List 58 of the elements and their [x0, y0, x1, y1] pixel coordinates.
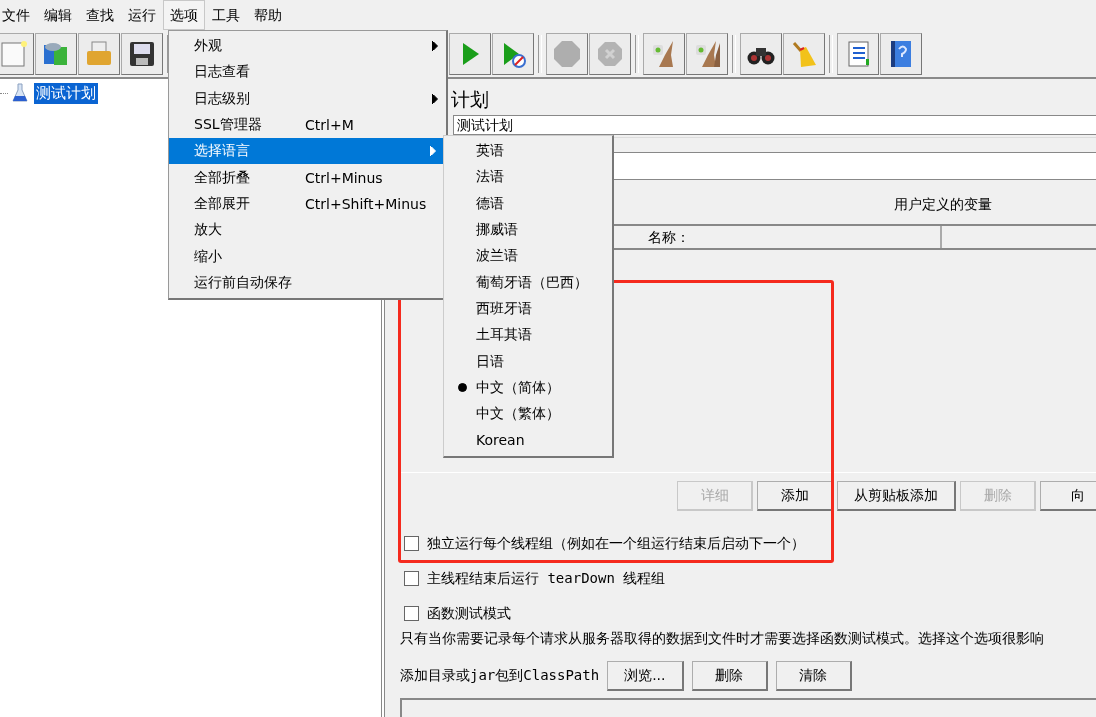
menu-bar-item[interactable]: 查找 [79, 0, 121, 30]
help-text: 只有当你需要记录每个请求从服务器取得的数据到文件时才需要选择函数测试模式。选择这个选项很影响 [399, 630, 1045, 648]
clear-all-button[interactable] [686, 32, 728, 75]
menu-item[interactable]: 日志级别 [169, 85, 446, 112]
panel-title: 计划 [451, 87, 489, 112]
checkbox-label: 主线程结束后运行 tearDown 线程组 [427, 569, 666, 588]
language-item[interactable]: 中文（繁体） [444, 400, 612, 428]
menu-bar-item[interactable]: 选项 [163, 0, 205, 30]
reset-search-button[interactable] [783, 32, 825, 75]
language-item[interactable]: 西班牙语 [444, 295, 612, 323]
checkbox-label: 独立运行每个线程组（例如在一个组运行结束后启动下一个） [427, 534, 805, 553]
menu-bar-item[interactable]: 编辑 [37, 0, 79, 30]
language-item[interactable]: 德语 [444, 190, 612, 217]
start-no-pause-button[interactable] [492, 32, 534, 75]
classpath-button[interactable]: 清除 [775, 661, 852, 691]
checkbox[interactable] [404, 606, 419, 621]
language-item[interactable]: 中文（简体） [444, 374, 612, 401]
language-item[interactable]: Korean [444, 427, 612, 454]
language-item[interactable]: 土耳其语 [444, 322, 612, 349]
new-button[interactable] [0, 32, 34, 75]
menu-item[interactable]: 全部折叠 Ctrl+Minus [169, 164, 446, 191]
menu-item[interactable]: 运行前自动保存 [169, 269, 446, 296]
menu-item[interactable]: 外观 [169, 33, 446, 60]
flask-icon [12, 83, 28, 103]
stop-sign-icon [552, 38, 582, 69]
menu-item[interactable]: 全部展开 Ctrl+Shift+Minus [169, 190, 446, 218]
section-title: 用户定义的变量 [893, 196, 992, 214]
checkbox[interactable] [404, 536, 419, 551]
tree-item[interactable]: 测试计划 [34, 82, 98, 104]
save-button[interactable] [121, 32, 163, 75]
table-button[interactable]: 从剪贴板添加 [837, 481, 956, 511]
language-item[interactable]: 法语 [444, 164, 612, 191]
menu-bar-item[interactable]: 运行 [121, 0, 163, 30]
classpath-button[interactable]: 删除 [691, 661, 768, 691]
table-button[interactable]: 添加 [757, 481, 833, 511]
menu-item[interactable]: 日志查看 [169, 59, 446, 86]
language-item[interactable]: 日语 [444, 348, 612, 375]
menu-bar-item[interactable]: 工具 [205, 0, 247, 30]
classpath-button[interactable]: 浏览... [607, 661, 684, 691]
classpath-label: 添加目录或jar包到ClassPath [400, 667, 600, 685]
clear-button[interactable] [643, 32, 685, 75]
start-button[interactable] [449, 32, 491, 75]
menu-item[interactable]: SSL管理器 Ctrl+M [169, 111, 446, 139]
open-button[interactable] [78, 32, 120, 75]
language-item[interactable]: 英语 [444, 138, 612, 165]
menu-item[interactable]: 选择语言 [169, 138, 444, 165]
search-button[interactable] [740, 32, 782, 75]
templates-button[interactable] [35, 32, 77, 75]
help-button[interactable] [880, 32, 922, 75]
checkbox-label: 函数测试模式 [427, 604, 511, 623]
name-field[interactable]: 测试计划 [453, 115, 1096, 135]
language-item[interactable]: 葡萄牙语（巴西） [444, 269, 612, 296]
menu-bar-item[interactable]: 帮助 [247, 0, 289, 30]
table-button[interactable]: 向 [1040, 481, 1096, 511]
blank-page-icon [0, 38, 28, 69]
function-list-button[interactable] [837, 32, 879, 75]
checkbox[interactable] [404, 571, 419, 586]
menu-bar-item[interactable]: 文件 [0, 0, 37, 30]
